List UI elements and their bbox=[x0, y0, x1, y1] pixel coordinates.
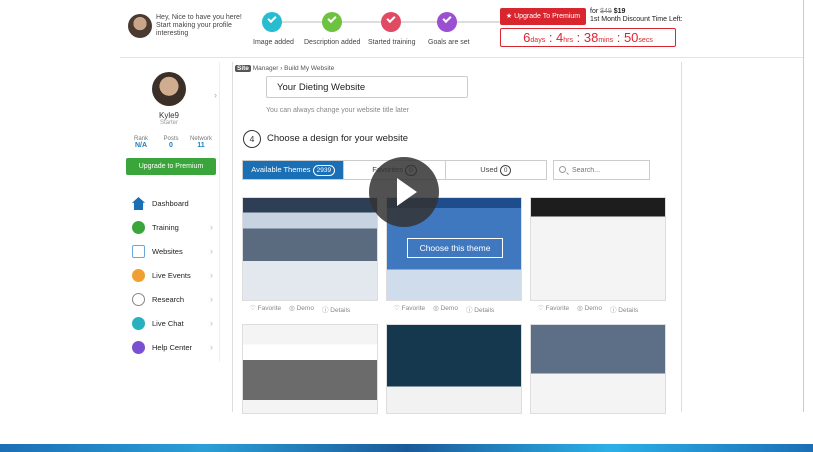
step-label-image: Image added bbox=[253, 39, 294, 46]
video-play-button[interactable] bbox=[369, 157, 439, 227]
sidebar-item-live-events[interactable]: Live Events › bbox=[122, 264, 220, 288]
theme-thumbnail bbox=[243, 198, 377, 300]
theme-card[interactable] bbox=[242, 197, 378, 301]
step-description-added-icon[interactable] bbox=[322, 12, 342, 32]
sidebar-item-training[interactable]: Training › bbox=[122, 216, 220, 240]
tab-used[interactable]: Used 0 bbox=[446, 161, 546, 179]
tab-available-themes[interactable]: Available Themes 2939 bbox=[243, 161, 345, 179]
sidebar-item-help-center[interactable]: Help Center › bbox=[122, 336, 220, 360]
step-title: Choose a design for your website bbox=[267, 133, 408, 144]
sidebar-item-websites[interactable]: Websites › bbox=[122, 240, 220, 264]
site-manager-logo[interactable]: Site bbox=[235, 65, 251, 72]
avatar bbox=[128, 14, 152, 38]
play-circle-icon bbox=[132, 221, 145, 234]
details-button[interactable]: ⓘ Details bbox=[466, 304, 494, 316]
research-icon bbox=[132, 293, 145, 306]
profile-name[interactable]: Kyle9 bbox=[122, 111, 216, 120]
breadcrumb-current: Build My Website bbox=[284, 65, 335, 72]
theme-card[interactable] bbox=[386, 324, 522, 414]
step-label-training: Started training bbox=[368, 39, 416, 46]
sidebar: › Kyle9 Starter Rank N/A Posts 0 Network 11… bbox=[122, 62, 220, 362]
stat-posts: Posts 0 bbox=[163, 136, 179, 149]
help-icon bbox=[132, 341, 145, 354]
favorite-button[interactable]: ♡ Favorite bbox=[394, 304, 425, 316]
theme-search-input[interactable] bbox=[553, 160, 650, 180]
greeting-line-3: interesting bbox=[156, 30, 189, 37]
greeting-line-1: Hey, Nice to have you here! bbox=[156, 14, 242, 21]
theme-card[interactable] bbox=[530, 197, 666, 301]
new-price: $19 bbox=[613, 8, 626, 15]
promo-price: for $49 $19 1st Month Discount Time Left… bbox=[590, 8, 683, 23]
stat-rank: Rank N/A bbox=[133, 136, 148, 149]
demo-button[interactable]: ◎ Demo bbox=[289, 304, 314, 316]
wordpress-icon bbox=[132, 245, 145, 258]
chevron-right-icon: › bbox=[210, 294, 213, 304]
discount-subtitle: 1st Month Discount Time Left: bbox=[590, 16, 683, 23]
old-price: $49 bbox=[600, 8, 612, 15]
favorite-button[interactable]: ♡ Favorite bbox=[538, 304, 569, 316]
breadcrumb: Site Manager › Build My Website bbox=[235, 65, 335, 72]
theme-thumbnail bbox=[531, 325, 665, 413]
theme-actions: ♡ Favorite ◎ Demo ⓘ Details bbox=[538, 304, 638, 316]
greeting-line-2: Start making your profile bbox=[156, 22, 232, 29]
screen: Hey, Nice to have you here! Start making… bbox=[0, 0, 813, 452]
sidebar-item-research[interactable]: Research › bbox=[122, 288, 220, 312]
step-number: 4 bbox=[243, 130, 261, 148]
chevron-right-icon[interactable]: › bbox=[214, 90, 217, 100]
stat-network: Network 11 bbox=[189, 136, 212, 149]
step-image-added-icon[interactable] bbox=[262, 12, 282, 32]
step-started-training-icon[interactable] bbox=[381, 12, 401, 32]
details-button[interactable]: ⓘ Details bbox=[610, 304, 638, 316]
bottom-decorative-strip bbox=[0, 444, 813, 452]
sidebar-upgrade-button[interactable]: Upgrade to Premium bbox=[126, 158, 216, 175]
steps-connector bbox=[280, 21, 534, 23]
theme-thumbnail bbox=[243, 325, 377, 413]
chevron-right-icon: › bbox=[210, 246, 213, 256]
chevron-right-icon: › bbox=[210, 342, 213, 352]
theme-thumbnail bbox=[531, 198, 665, 300]
demo-button[interactable]: ◎ Demo bbox=[577, 304, 602, 316]
chevron-right-icon: › bbox=[210, 318, 213, 328]
search-icon bbox=[559, 166, 566, 173]
title-hint: You can always change your website title… bbox=[266, 107, 409, 114]
chevron-right-icon: › bbox=[210, 222, 213, 232]
profile-avatar[interactable] bbox=[152, 72, 186, 106]
theme-actions: ♡ Favorite ◎ Demo ⓘ Details bbox=[394, 304, 494, 316]
profile-stats: Rank N/A Posts 0 Network 11 bbox=[126, 136, 216, 149]
onboarding-bar: Hey, Nice to have you here! Start making… bbox=[120, 0, 803, 58]
greeting-text: Hey, Nice to have you here! Start making… bbox=[156, 14, 246, 38]
main-content: Site Manager › Build My Website You can … bbox=[232, 62, 682, 414]
right-scrollbar[interactable] bbox=[803, 0, 813, 412]
profile-level: Starter bbox=[159, 120, 178, 126]
step-goals-set-icon[interactable] bbox=[437, 12, 457, 32]
discount-timer: 6days : 4hrs : 38mins : 50secs bbox=[500, 28, 676, 47]
upgrade-premium-button[interactable]: ★ Upgrade To Premium bbox=[500, 8, 586, 25]
theme-thumbnail bbox=[387, 325, 521, 413]
sidebar-item-live-chat[interactable]: Live Chat › bbox=[122, 312, 220, 336]
events-icon bbox=[132, 269, 145, 282]
theme-card[interactable] bbox=[242, 324, 378, 414]
chat-icon bbox=[132, 317, 145, 330]
left-margin bbox=[0, 0, 120, 412]
sidebar-item-dashboard[interactable]: Dashboard bbox=[122, 192, 220, 216]
details-button[interactable]: ⓘ Details bbox=[322, 304, 350, 316]
chevron-right-icon: › bbox=[210, 270, 213, 280]
favorite-button[interactable]: ♡ Favorite bbox=[250, 304, 281, 316]
theme-actions: ♡ Favorite ◎ Demo ⓘ Details bbox=[250, 304, 350, 316]
website-title-input[interactable] bbox=[266, 76, 468, 98]
home-icon bbox=[132, 197, 145, 210]
step-label-description: Description added bbox=[304, 39, 361, 46]
choose-theme-button[interactable]: Choose this theme bbox=[407, 238, 503, 258]
demo-button[interactable]: ◎ Demo bbox=[433, 304, 458, 316]
step-label-goals: Goals are set bbox=[428, 39, 470, 46]
theme-card[interactable] bbox=[530, 324, 666, 414]
